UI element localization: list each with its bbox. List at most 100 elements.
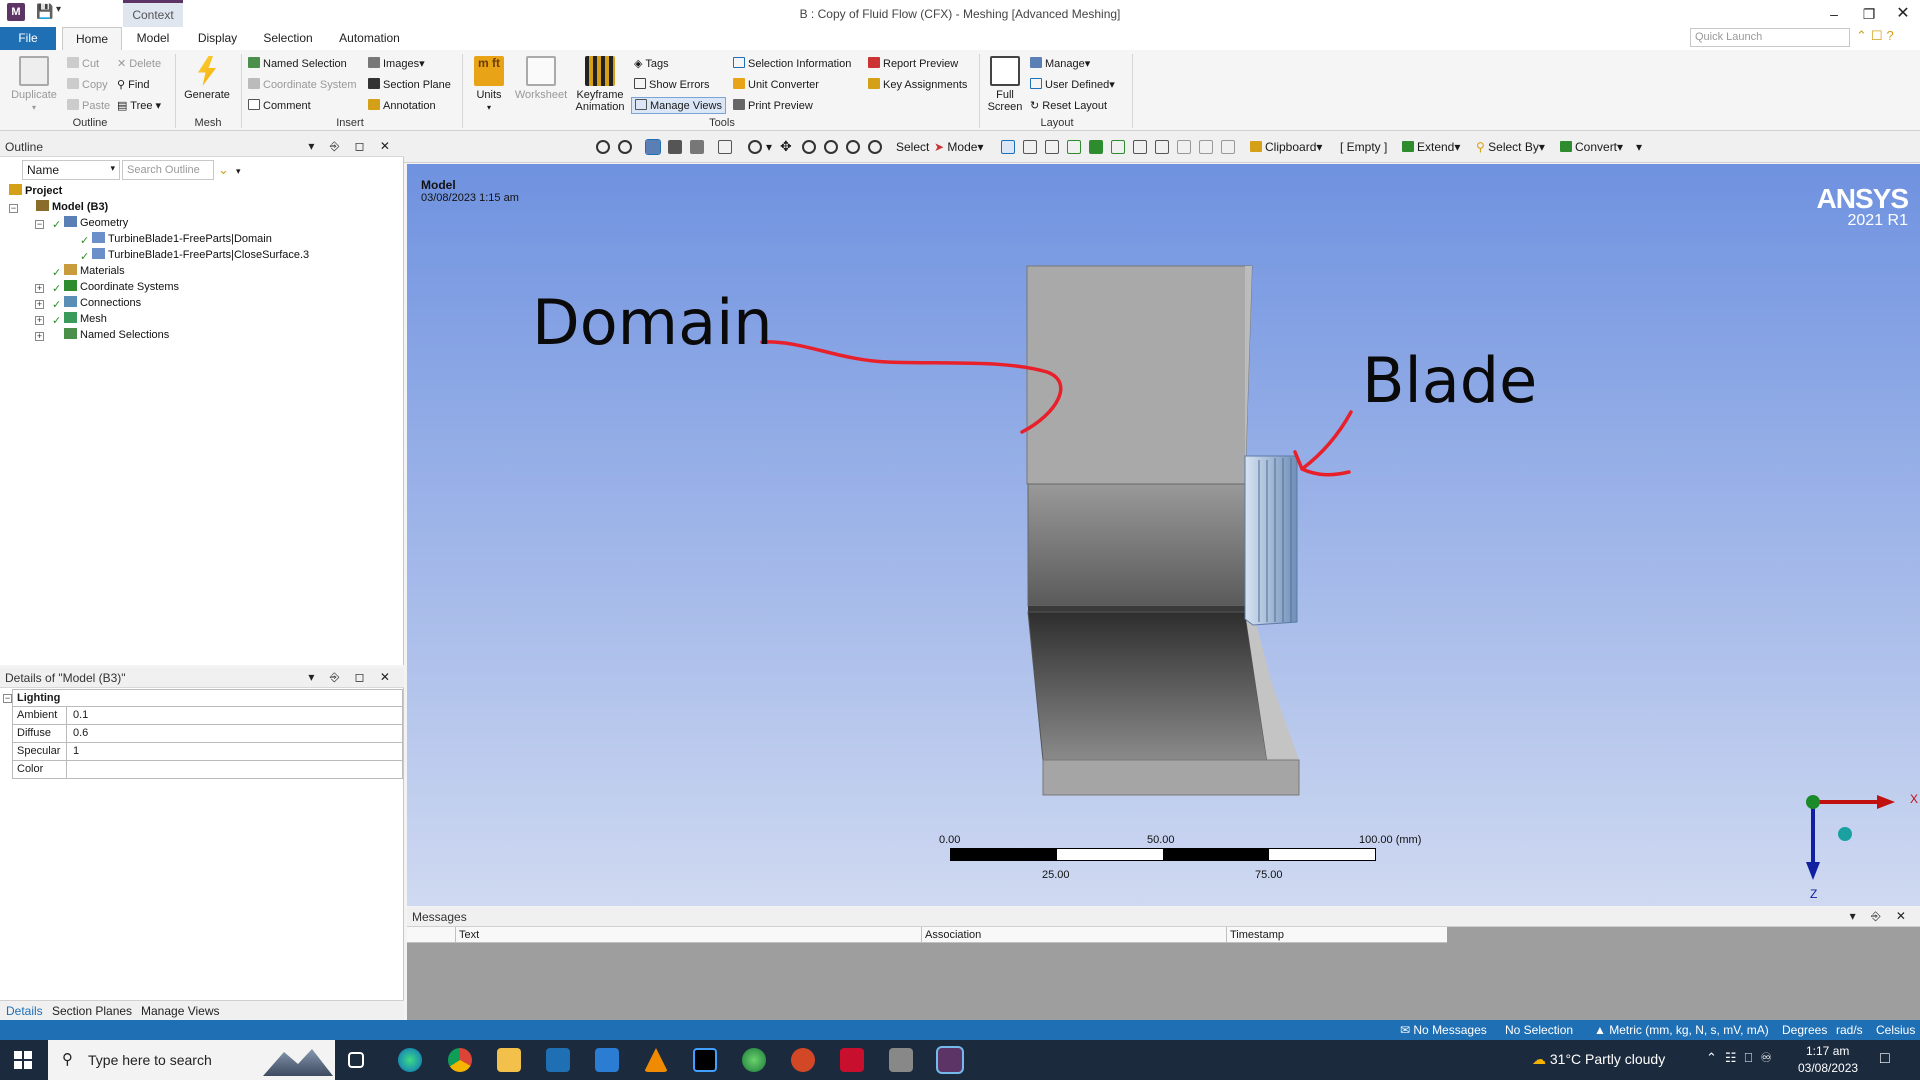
extend-dropdown[interactable]: Extend▾	[1402, 140, 1460, 154]
domain-bottom-face[interactable]	[1042, 759, 1300, 796]
label-edit-icon[interactable]	[1221, 140, 1235, 154]
details-row[interactable]: Specular 1	[12, 743, 403, 761]
extend-selection-icon[interactable]	[1177, 140, 1191, 154]
close-icon[interactable]: ✕	[1890, 4, 1916, 24]
full-screen-button[interactable]: Full Screen	[985, 56, 1025, 113]
select-face-icon[interactable]	[1045, 140, 1059, 154]
select-by-dropdown[interactable]: ⚲ Select By▾	[1476, 140, 1545, 154]
generate-button[interactable]: Generate	[182, 56, 232, 101]
tab-manage-views[interactable]: Manage Views	[141, 1004, 220, 1018]
filter-dropdown-icon[interactable]: ▾	[236, 166, 241, 177]
details-row[interactable]: Ambient 0.1	[12, 707, 403, 725]
details-row[interactable]: Diffuse 0.6	[12, 725, 403, 743]
expand-icon[interactable]: +	[35, 332, 44, 341]
domain-lower-face[interactable]	[1027, 611, 1268, 761]
expand-icon[interactable]: +	[35, 300, 44, 309]
vlc-icon[interactable]	[644, 1048, 668, 1072]
rotate-icon[interactable]	[748, 140, 762, 154]
zoom-in-icon[interactable]	[596, 140, 610, 154]
solid-view-icon[interactable]	[645, 139, 661, 155]
cube-view-icon[interactable]	[668, 140, 682, 154]
windows-start-icon[interactable]	[14, 1051, 32, 1069]
tree-item-coordinate-systems[interactable]: Coordinate Systems	[64, 280, 179, 295]
task-view-icon[interactable]	[348, 1052, 364, 1068]
print-preview-button[interactable]: Print Preview	[733, 99, 813, 112]
find-button[interactable]: ⚲ Find	[117, 78, 150, 91]
copy-button[interactable]: Copy	[67, 78, 108, 91]
rotate-dropdown-icon[interactable]: ▾	[766, 140, 772, 154]
user-defined-button[interactable]: User Defined▾	[1030, 78, 1115, 91]
solidworks-icon[interactable]	[840, 1048, 864, 1072]
convert-dropdown[interactable]: Convert▾	[1560, 140, 1623, 154]
zoom-selection-icon[interactable]	[868, 140, 882, 154]
duplicate-button[interactable]: Duplicate ▾	[8, 56, 60, 114]
multi-view-icon[interactable]	[690, 140, 704, 154]
column-text[interactable]: Text	[455, 927, 919, 943]
clock-time[interactable]: 1:17 am	[1806, 1044, 1849, 1058]
report-preview-button[interactable]: Report Preview	[868, 57, 958, 70]
unit-converter-button[interactable]: Unit Converter	[733, 78, 819, 91]
cut-button[interactable]: Cut	[67, 57, 99, 70]
tab-model[interactable]: Model	[128, 27, 178, 50]
tab-automation[interactable]: Automation	[332, 27, 407, 50]
status-angle[interactable]: Degrees	[1782, 1023, 1827, 1037]
zoom-icon[interactable]	[802, 140, 816, 154]
manage-layout-button[interactable]: Manage▾	[1030, 57, 1090, 70]
meshing-icon[interactable]	[936, 1046, 964, 1074]
powerpoint-icon[interactable]	[791, 1048, 815, 1072]
toolbar-overflow-icon[interactable]: ▾	[1636, 140, 1642, 154]
annotation-button[interactable]: Annotation	[368, 99, 436, 112]
details-row[interactable]: Color	[12, 761, 403, 779]
chrome-icon[interactable]	[448, 1048, 472, 1072]
expand-icon[interactable]: +	[35, 316, 44, 325]
collapse-icon[interactable]: −	[9, 204, 18, 213]
tree-item-mesh[interactable]: Mesh	[64, 312, 107, 327]
tree-button[interactable]: ▤ Tree ▾	[117, 99, 161, 112]
domain-middle-face[interactable]	[1027, 483, 1246, 607]
outline-filter-select[interactable]: Name ▾	[22, 160, 120, 180]
select-element-icon[interactable]	[1133, 140, 1147, 154]
delete-button[interactable]: ✕ Delete	[117, 57, 161, 70]
frame-icon[interactable]	[718, 140, 732, 154]
status-rate[interactable]: rad/s	[1836, 1023, 1863, 1037]
minimize-icon[interactable]: –	[1821, 4, 1847, 24]
wb-icon[interactable]	[889, 1048, 913, 1072]
store-icon[interactable]	[546, 1048, 570, 1072]
maps-icon[interactable]	[742, 1048, 766, 1072]
tree-item-part-closesurface[interactable]: TurbineBlade1-FreeParts|CloseSurface.3	[92, 248, 309, 263]
zoom-out-icon[interactable]	[618, 140, 632, 154]
weather-widget[interactable]: ☁ 31°C Partly cloudy	[1532, 1051, 1665, 1068]
panel-controls[interactable]: ▾ ⎆ ◻ ✕	[308, 670, 396, 685]
domain-upper-face[interactable]	[1026, 265, 1253, 485]
details-section-lighting[interactable]: Lighting	[12, 689, 403, 707]
selection-information-button[interactable]: Selection Information	[733, 57, 851, 70]
select-vertex-icon[interactable]	[1001, 140, 1015, 154]
tab-display[interactable]: Display	[190, 27, 245, 50]
restore-icon[interactable]: ❐	[1856, 4, 1882, 24]
expand-icon[interactable]: +	[35, 284, 44, 293]
select-mesh-icon[interactable]	[1155, 140, 1169, 154]
workbench-icon[interactable]	[693, 1048, 717, 1072]
collapse-icon[interactable]: −	[35, 220, 44, 229]
named-selection-button[interactable]: Named Selection	[248, 57, 347, 70]
tab-details[interactable]: Details	[6, 1004, 43, 1018]
keyframe-animation-button[interactable]: Keyframe Animation	[572, 56, 628, 113]
tab-file[interactable]: File	[0, 27, 56, 50]
select-element-face-icon[interactable]	[1111, 140, 1125, 154]
file-explorer-icon[interactable]	[497, 1048, 521, 1072]
tree-item-part-domain[interactable]: TurbineBlade1-FreeParts|Domain	[92, 232, 272, 247]
outline-search-input[interactable]: Search Outline	[122, 160, 214, 180]
collapse-icon[interactable]: −	[3, 694, 12, 703]
comment-button[interactable]: Comment	[248, 99, 311, 112]
key-assignments-button[interactable]: Key Assignments	[868, 78, 967, 91]
model-geometry[interactable]	[407, 164, 1920, 906]
quick-launch-input[interactable]: Quick Launch	[1690, 28, 1850, 47]
blade-body[interactable]	[1244, 455, 1298, 626]
worksheet-button[interactable]: Worksheet	[512, 56, 570, 101]
panel-controls[interactable]: ▾ ⎆ ◻ ✕	[308, 139, 396, 154]
section-plane-button[interactable]: Section Plane	[368, 78, 451, 91]
panel-controls[interactable]: ▾ ⎆ ✕	[1850, 909, 1912, 924]
images-button[interactable]: Images▾	[368, 57, 425, 70]
status-messages[interactable]: ✉ No Messages	[1400, 1023, 1487, 1037]
box-zoom-icon[interactable]	[824, 140, 838, 154]
